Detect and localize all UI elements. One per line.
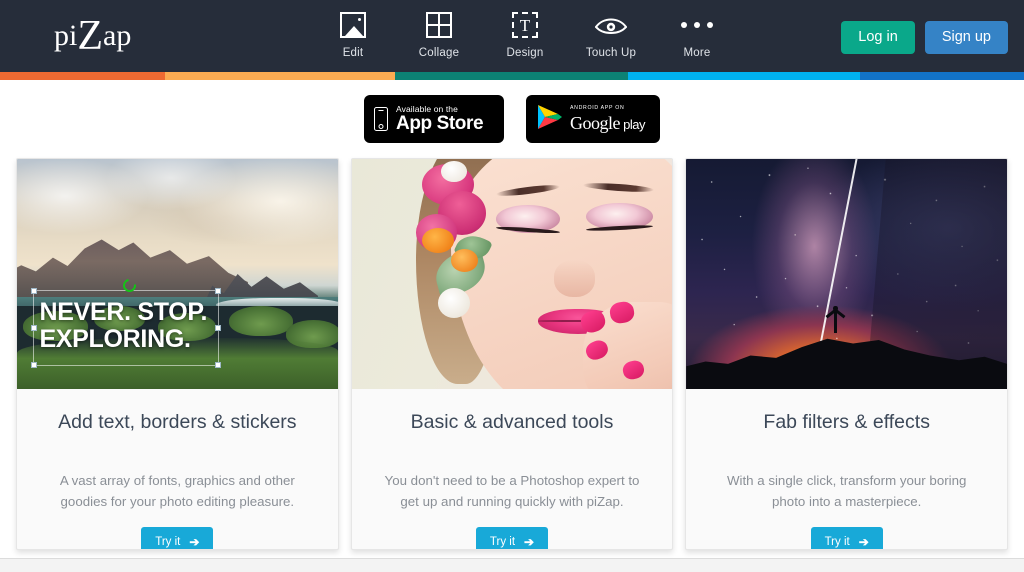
card-cta-wrap: Try it ➔ (686, 527, 1007, 549)
white-flower (441, 161, 468, 182)
feature-card-basic-advanced-tools[interactable]: Basic & advanced tools You don't need to… (350, 158, 674, 550)
card-cta-wrap: Try it ➔ (352, 527, 673, 549)
nav-item-design[interactable]: T Design (482, 8, 568, 59)
site-logo[interactable]: piZap (54, 14, 132, 57)
nav-label-more: More (683, 47, 711, 59)
try-it-button[interactable]: Try it ➔ (810, 527, 883, 549)
stripe-segment-1 (0, 72, 165, 80)
card-title: Basic & advanced tools (410, 411, 614, 433)
card-description: A vast array of fonts, graphics and othe… (59, 473, 295, 509)
main-nav: Edit Collage T Design Touch Up More (310, 8, 740, 59)
stripe-segment-3 (395, 72, 628, 80)
nav-item-collage[interactable]: Collage (396, 8, 482, 59)
app-store-small-text: Available on the (396, 103, 458, 114)
site-header: piZap Edit Collage T Design Touch Up Mor… (0, 0, 1024, 72)
play-triangle-icon (536, 103, 562, 136)
beauty-portrait-photo (351, 159, 673, 389)
app-store-big-text: App Store (396, 113, 484, 135)
stripe-segment-5 (860, 72, 1024, 80)
app-store-badge[interactable]: Available on the App Store (364, 95, 504, 143)
arrow-right-icon: ➔ (524, 535, 535, 549)
white-flower (438, 287, 471, 318)
feature-card-filters-effects[interactable]: Fab filters & effects With a single clic… (685, 158, 1009, 550)
google-play-tiny-text: ANDROID APP ON (570, 105, 625, 112)
signup-button[interactable]: Sign up (924, 21, 1008, 54)
nose (553, 260, 596, 297)
try-it-label: Try it (824, 536, 850, 548)
color-stripe-bar (0, 72, 1024, 80)
auth-buttons: Log in Sign up (841, 21, 1008, 54)
nav-label-edit: Edit (342, 47, 364, 59)
google-play-big-text: Google (570, 112, 621, 133)
nav-item-edit[interactable]: Edit (310, 8, 396, 59)
google-play-badge[interactable]: ANDROID APP ON Google play (526, 95, 660, 143)
landscape-photo: NEVER. STOP. EXPLORING. (17, 159, 338, 389)
nav-label-touch-up: Touch Up (585, 47, 637, 59)
logo-text-post: ap (103, 19, 132, 52)
card-description: You don't need to be a Photoshop expert … (384, 473, 640, 509)
google-play-badge-text: ANDROID APP ON Google play (570, 105, 645, 133)
nav-item-touch-up[interactable]: Touch Up (568, 8, 654, 59)
person-silhouette (833, 309, 837, 333)
try-it-label: Try it (489, 536, 516, 548)
app-store-badge-text: Available on the App Store (396, 103, 484, 135)
grid-icon (426, 8, 452, 42)
nav-label-design: Design (506, 47, 544, 59)
grass-tuft (228, 306, 293, 337)
google-play-suffix-text: play (620, 116, 645, 132)
person-head (833, 306, 838, 311)
photo-overlay-text: NEVER. STOP. EXPLORING. (39, 298, 208, 354)
feature-card-text-borders-stickers[interactable]: NEVER. STOP. EXPLORING. Add text, border… (16, 158, 339, 550)
footer-edge (0, 558, 1024, 572)
iphone-icon (374, 107, 388, 131)
stripe-segment-4 (628, 72, 860, 80)
app-badges: Available on the App Store ANDROID APP O… (0, 80, 1024, 158)
stripe-segment-2 (165, 72, 395, 80)
text-box-icon: T (512, 8, 538, 42)
login-button[interactable]: Log in (841, 21, 915, 54)
orange-flower (451, 248, 479, 272)
try-it-button[interactable]: Try it ➔ (141, 527, 214, 549)
arrow-right-icon: ➔ (189, 535, 200, 549)
card-title: Fab filters & effects (763, 411, 930, 433)
logo-text-pre: pi (54, 19, 78, 52)
try-it-label: Try it (155, 536, 181, 548)
card-title: Add text, borders & stickers (58, 411, 297, 433)
picture-icon (340, 8, 366, 42)
try-it-button[interactable]: Try it ➔ (475, 527, 549, 549)
starry-night-photo (686, 159, 1008, 389)
eye-icon (594, 8, 628, 42)
sky-clouds (17, 159, 338, 265)
logo-text-z: Z (77, 13, 103, 59)
ellipsis-icon (681, 8, 713, 42)
nav-item-more[interactable]: More (654, 8, 740, 59)
nav-label-collage: Collage (418, 47, 460, 59)
arrow-right-icon: ➔ (858, 535, 869, 549)
card-description: With a single click, transform your bori… (726, 473, 967, 509)
card-cta-wrap: Try it ➔ (17, 527, 338, 549)
feature-cards: NEVER. STOP. EXPLORING. Add text, border… (0, 158, 1024, 550)
